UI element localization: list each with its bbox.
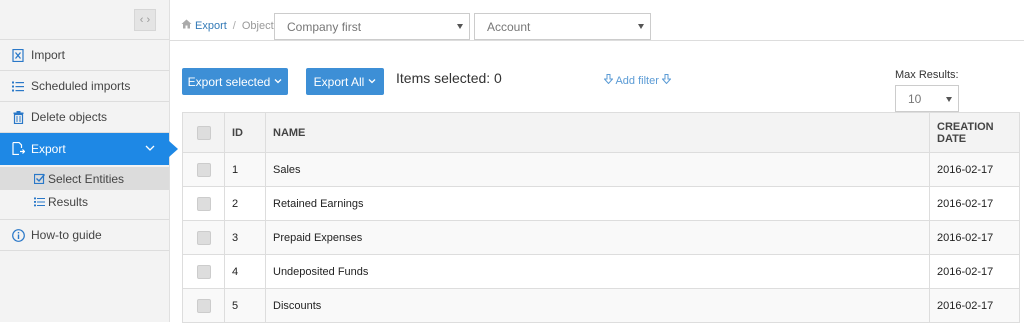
export-selected-label: Export selected <box>187 74 271 89</box>
max-results-select[interactable]: 10 <box>895 85 959 112</box>
table-row[interactable]: 4 Undeposited Funds 2016-02-17 <box>182 254 1020 289</box>
arrow-down-icon <box>661 74 672 87</box>
table-row[interactable]: 3 Prepaid Expenses 2016-02-17 <box>182 220 1020 255</box>
sidebar-item-label: How-to guide <box>31 228 102 242</box>
items-selected-count: Items selected: 0 <box>396 70 502 86</box>
cell-id: 4 <box>224 254 266 289</box>
column-header-id[interactable]: ID <box>224 112 266 153</box>
row-checkbox-cell <box>182 152 225 187</box>
column-header-creation-date[interactable]: CREATION DATE <box>929 112 1020 153</box>
caret-down-icon <box>946 97 952 102</box>
trash-icon <box>11 110 25 124</box>
max-results-value: 10 <box>908 92 922 106</box>
sidebar-item-label: Scheduled imports <box>31 79 131 93</box>
cell-name: Sales <box>265 152 930 187</box>
cell-date: 2016-02-17 <box>929 220 1020 255</box>
info-icon <box>11 228 25 242</box>
sidebar: ‹ › Import Scheduled imports Delete obje… <box>0 0 178 322</box>
sidebar-header: ‹ › <box>0 0 169 40</box>
company-select[interactable]: Company first <box>274 13 470 40</box>
sidebar-item-scheduled-imports[interactable]: Scheduled imports <box>0 71 169 102</box>
export-file-icon <box>11 142 25 156</box>
export-submenu: Select Entities Results <box>0 165 169 220</box>
submenu-item-label: Results <box>48 194 89 209</box>
checkbox-checked-icon <box>33 173 45 185</box>
row-checkbox-cell <box>182 186 225 221</box>
cell-id: 3 <box>224 220 266 255</box>
entities-table: ID NAME CREATION DATE 1 Sales 2016-02-17… <box>182 112 1020 323</box>
row-checkbox[interactable] <box>196 196 211 211</box>
sidebar-item-export[interactable]: Export <box>0 133 178 165</box>
caret-down-icon <box>638 24 644 29</box>
select-all-checkbox[interactable] <box>196 125 211 140</box>
sidebar-item-how-to-guide[interactable]: How-to guide <box>0 220 169 251</box>
sidebar-item-import[interactable]: Import <box>0 40 169 71</box>
file-excel-icon <box>11 48 25 62</box>
row-checkbox-cell <box>182 220 225 255</box>
select-all-cell <box>182 112 225 153</box>
row-checkbox[interactable] <box>196 298 211 313</box>
cell-name: Prepaid Expenses <box>265 220 930 255</box>
row-checkbox[interactable] <box>196 264 211 279</box>
object-select[interactable]: Account <box>474 13 651 40</box>
table-row[interactable]: 2 Retained Earnings 2016-02-17 <box>182 186 1020 221</box>
sidebar-item-label: Import <box>31 48 66 62</box>
home-icon <box>181 19 192 32</box>
breadcrumb-separator: / <box>232 19 236 32</box>
export-selected-button[interactable]: Export selected <box>182 68 288 95</box>
cell-name: Retained Earnings <box>265 186 930 221</box>
sidebar-item-delete-objects[interactable]: Delete objects <box>0 102 169 133</box>
sidebar-collapse-button[interactable]: ‹ › <box>134 9 156 31</box>
cell-date: 2016-02-17 <box>929 288 1020 323</box>
submenu-item-select-entities[interactable]: Select Entities <box>0 167 169 190</box>
table-row[interactable]: 5 Discounts 2016-02-17 <box>182 288 1020 323</box>
company-select-value: Company first <box>287 20 362 34</box>
cell-id: 1 <box>224 152 266 187</box>
cell-name: Undeposited Funds <box>265 254 930 289</box>
breadcrumb-current: Object <box>241 19 274 32</box>
sidebar-item-label: Delete objects <box>31 110 108 124</box>
add-filter-link[interactable]: Add filter <box>603 74 672 87</box>
caret-down-icon <box>457 24 463 29</box>
top-bar: Export / Object Company first Account <box>170 0 1024 41</box>
submenu-item-label: Select Entities <box>48 171 125 186</box>
chevron-down-icon <box>145 142 155 156</box>
list-icon <box>11 79 25 93</box>
row-checkbox-cell <box>182 288 225 323</box>
cell-name: Discounts <box>265 288 930 323</box>
table-row[interactable]: 1 Sales 2016-02-17 <box>182 152 1020 187</box>
column-header-name[interactable]: NAME <box>265 112 930 153</box>
cell-date: 2016-02-17 <box>929 152 1020 187</box>
chevron-down-icon <box>368 77 376 86</box>
row-checkbox[interactable] <box>196 230 211 245</box>
breadcrumb-export-link[interactable]: Export <box>195 20 227 32</box>
breadcrumb: Export / Object <box>181 19 274 32</box>
row-checkbox[interactable] <box>196 162 211 177</box>
sidebar-item-label: Export <box>31 141 66 156</box>
export-all-button[interactable]: Export All <box>306 68 384 95</box>
table-header-row: ID NAME CREATION DATE <box>182 112 1020 153</box>
max-results-label: Max Results: <box>895 69 959 81</box>
export-all-label: Export All <box>313 74 365 89</box>
submenu-item-results[interactable]: Results <box>0 190 169 213</box>
arrow-down-icon <box>603 74 615 87</box>
add-filter-label: Add filter <box>615 75 659 87</box>
row-checkbox-cell <box>182 254 225 289</box>
cell-date: 2016-02-17 <box>929 254 1020 289</box>
cell-id: 2 <box>224 186 266 221</box>
cell-id: 5 <box>224 288 266 323</box>
list-icon <box>33 196 45 208</box>
chevron-down-icon <box>274 77 282 86</box>
object-select-value: Account <box>487 20 531 34</box>
cell-date: 2016-02-17 <box>929 186 1020 221</box>
